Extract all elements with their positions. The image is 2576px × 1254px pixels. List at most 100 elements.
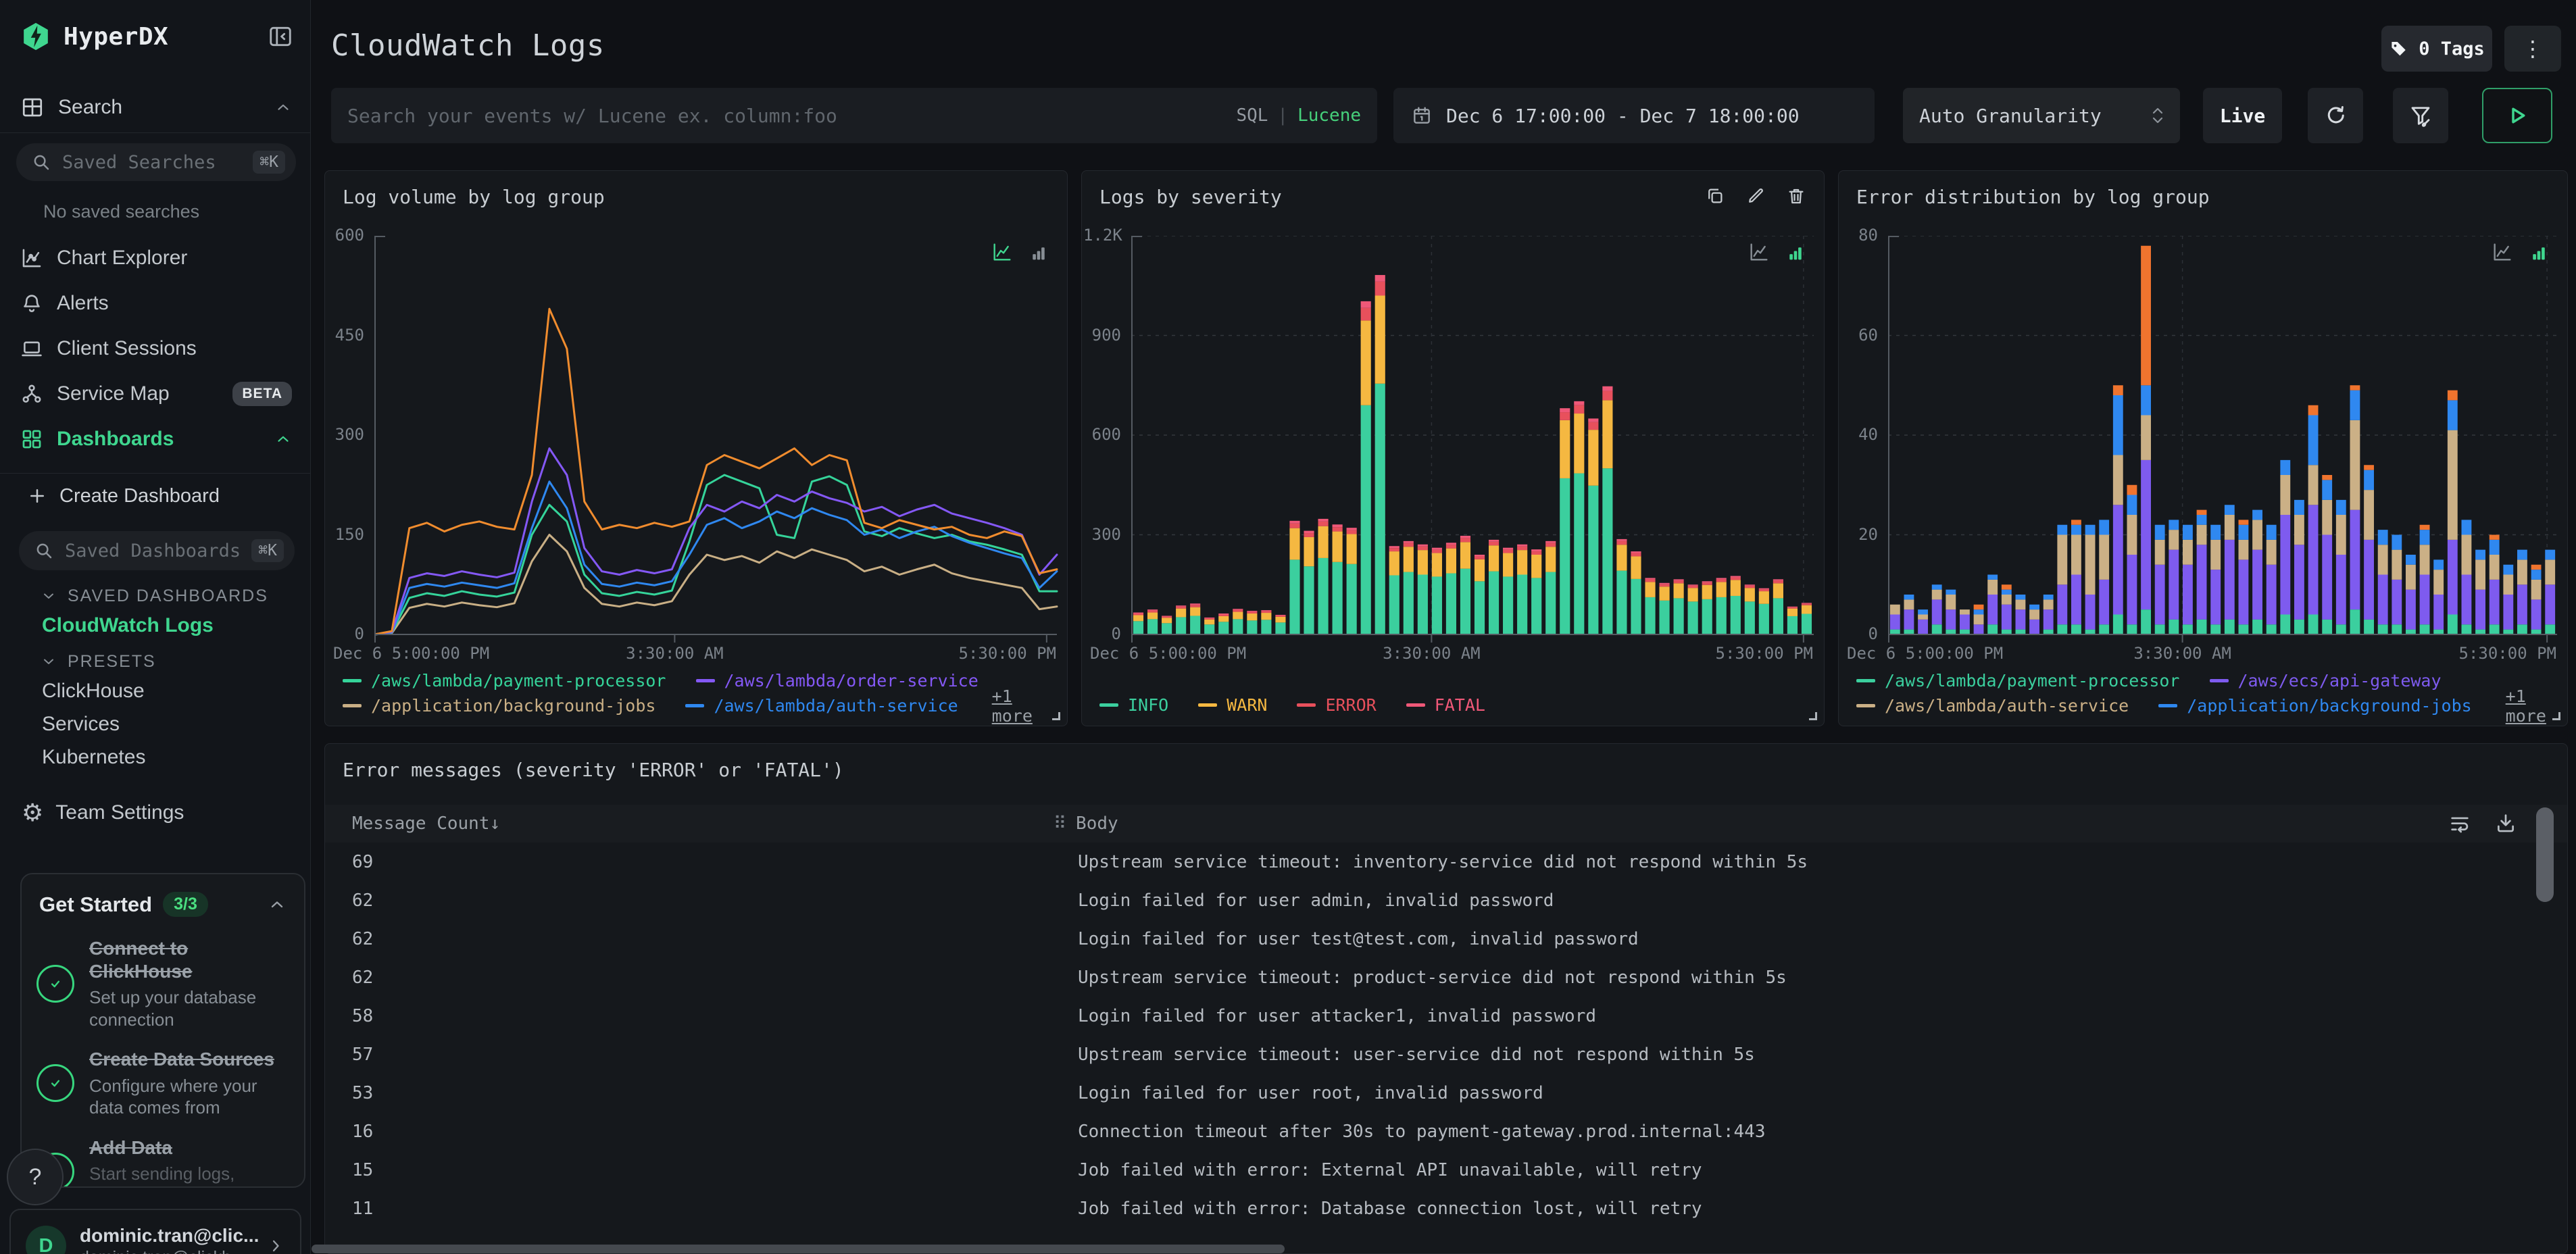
table-row[interactable]: 53 Login failed for user root, invalid pa… — [325, 1074, 2567, 1112]
sidebar-item-service-map[interactable]: Service Map BETA — [0, 371, 311, 416]
legend-more-link[interactable]: +1 more — [992, 686, 1055, 726]
y-tick-label: 450 — [335, 325, 364, 345]
chevron-up-icon[interactable] — [268, 895, 287, 914]
more-options-button[interactable]: ⋮ — [2504, 26, 2561, 72]
chevron-up-icon[interactable] — [274, 99, 292, 116]
legend-item[interactable]: /application/background-jobs — [343, 696, 655, 716]
collapse-sidebar-icon[interactable] — [268, 24, 293, 49]
legend-label: /aws/lambda/payment-processor — [1885, 671, 2180, 691]
dashboards-icon — [20, 428, 43, 451]
duplicate-icon[interactable] — [1705, 186, 1725, 206]
help-button[interactable]: ? — [7, 1149, 64, 1205]
event-search-input[interactable]: SQL | Lucene — [331, 88, 1377, 143]
sidebar-item-label: Team Settings — [55, 801, 184, 824]
live-button[interactable]: Live — [2203, 88, 2282, 143]
sidebar: HyperDX Search Saved Searches ⌘K No save… — [0, 0, 311, 1254]
group-saved-dashboards[interactable]: SAVED DASHBOARDS — [0, 580, 311, 612]
run-query-button[interactable] — [2482, 88, 2552, 143]
sidebar-item-kubernetes[interactable]: Kubernetes — [0, 741, 311, 774]
saved-searches-input[interactable]: Saved Searches ⌘K — [16, 143, 296, 181]
legend-label: /aws/lambda/payment-processor — [371, 671, 666, 691]
get-started-step[interactable]: Connect to ClickHouse Set up your databa… — [22, 937, 304, 1030]
table-row[interactable]: 62 Upstream service timeout: product-serv… — [325, 958, 2567, 997]
edit-icon[interactable] — [1745, 186, 1766, 206]
legend-item[interactable]: /aws/ecs/api-gateway — [2209, 671, 2442, 691]
get-started-header[interactable]: Get Started 3/3 — [22, 874, 304, 920]
table-row[interactable]: 62 Login failed for user admin, invalid p… — [325, 881, 2567, 920]
tag-icon — [2389, 39, 2409, 59]
legend-item[interactable]: FATAL — [1406, 695, 1485, 715]
sidebar-item-clickhouse[interactable]: ClickHouse — [0, 675, 311, 707]
table-vertical-scrollbar[interactable] — [2536, 807, 2554, 902]
table-row[interactable]: 15 Job failed with error: External API un… — [325, 1151, 2567, 1189]
sidebar-item-label: Search — [58, 96, 123, 118]
message-count-cell: 15 — [352, 1159, 374, 1180]
sidebar-item-client-sessions[interactable]: Client Sessions — [0, 326, 311, 371]
sidebar-item-chart-explorer[interactable]: Chart Explorer — [0, 235, 311, 280]
legend-item[interactable]: /aws/lambda/auth-service — [1856, 696, 2129, 716]
group-label: SAVED DASHBOARDS — [68, 586, 268, 605]
body-cell: Upstream service timeout: user-service d… — [1078, 1044, 1755, 1065]
text-wrap-icon[interactable] — [2448, 811, 2471, 834]
legend-item[interactable]: ERROR — [1297, 695, 1377, 715]
time-range-picker[interactable]: Dec 6 17:00:00 - Dec 7 18:00:00 — [1393, 88, 1875, 143]
sidebar-item-dashboards[interactable]: Dashboards — [0, 416, 311, 461]
drag-handle-icon: ⠿ — [1054, 813, 1067, 834]
get-started-step[interactable]: Add Data Start sending logs, metrics, or… — [22, 1136, 304, 1186]
legend-more-link[interactable]: +1 more — [2506, 686, 2555, 726]
column-header-body[interactable]: ⠿ Body — [1054, 813, 1118, 834]
chevron-up-icon[interactable] — [274, 430, 292, 448]
sidebar-item-label: Dashboards — [57, 427, 174, 450]
chart-title: Logs by severity — [1099, 186, 1282, 208]
resize-handle[interactable] — [1052, 712, 1060, 720]
sidebar-item-cloudwatch-logs[interactable]: CloudWatch Logs — [0, 609, 311, 642]
avatar: D — [26, 1226, 66, 1254]
sidebar-item-services[interactable]: Services — [0, 708, 311, 741]
delete-icon[interactable] — [1786, 186, 1806, 206]
tags-button[interactable]: 0 Tags — [2381, 26, 2492, 72]
user-menu[interactable]: D dominic.tran@clic... dominic.tran@clic… — [9, 1209, 301, 1254]
get-started-step[interactable]: Create Data Sources Configure where your… — [22, 1048, 304, 1119]
create-dashboard-button[interactable]: Create Dashboard — [0, 478, 311, 513]
resize-handle[interactable] — [1809, 712, 1817, 720]
legend-item[interactable]: /aws/lambda/payment-processor — [1856, 671, 2180, 691]
table-row[interactable]: 69 Upstream service timeout: inventory-se… — [325, 843, 2567, 881]
legend-item[interactable]: /aws/lambda/auth-service — [685, 696, 958, 716]
horizontal-scrollbar-thumb[interactable] — [312, 1245, 1285, 1253]
table-row[interactable]: 57 Upstream service timeout: user-service… — [325, 1035, 2567, 1074]
chart-plot[interactable] — [1888, 236, 2569, 645]
chart-plot[interactable] — [374, 236, 1069, 645]
legend-item[interactable]: /aws/lambda/payment-processor — [343, 671, 666, 691]
chart-plot[interactable] — [1131, 236, 1826, 645]
legend-swatch — [685, 704, 705, 707]
group-presets[interactable]: PRESETS — [0, 645, 311, 678]
legend-item[interactable]: /application/background-jobs — [2158, 696, 2472, 716]
table-row[interactable]: 11 Job failed with error: Database connec… — [325, 1189, 2567, 1228]
legend-item[interactable]: INFO — [1099, 695, 1168, 715]
filter-button[interactable] — [2393, 88, 2448, 143]
user-name: dominic.tran@clic... — [80, 1224, 259, 1246]
sidebar-item-alerts[interactable]: Alerts — [0, 280, 311, 326]
resize-handle[interactable] — [2552, 712, 2560, 720]
table-row[interactable]: 58 Login failed for user attacker1, inval… — [325, 997, 2567, 1035]
legend-label: ERROR — [1325, 695, 1377, 715]
legend-swatch — [343, 679, 362, 682]
sidebar-item-search[interactable]: Search — [0, 89, 311, 126]
sql-toggle[interactable]: SQL — [1236, 105, 1268, 126]
saved-dashboards-input[interactable]: Saved Dashboards ⌘K — [19, 531, 295, 570]
legend-item[interactable]: /aws/lambda/order-service — [695, 671, 979, 691]
sidebar-item-team-settings[interactable]: ⚙ Team Settings — [0, 795, 311, 831]
refresh-button[interactable] — [2308, 88, 2363, 143]
page-title: CloudWatch Logs — [331, 28, 605, 63]
search-input[interactable] — [347, 104, 1237, 127]
download-icon[interactable] — [2494, 811, 2517, 834]
legend-item[interactable]: WARN — [1198, 695, 1267, 715]
chart-legend: /aws/lambda/payment-processor/aws/lambda… — [343, 668, 1055, 726]
table-row[interactable]: 62 Login failed for user test@test.com, i… — [325, 920, 2567, 958]
granularity-select[interactable]: Auto Granularity — [1903, 88, 2180, 143]
column-header-message-count[interactable]: Message Count↓ — [352, 813, 500, 834]
lucene-toggle[interactable]: Lucene — [1297, 105, 1361, 126]
bell-icon — [20, 292, 43, 315]
chevron-down-icon — [41, 588, 57, 604]
table-row[interactable]: 16 Connection timeout after 30s to paymen… — [325, 1112, 2567, 1151]
